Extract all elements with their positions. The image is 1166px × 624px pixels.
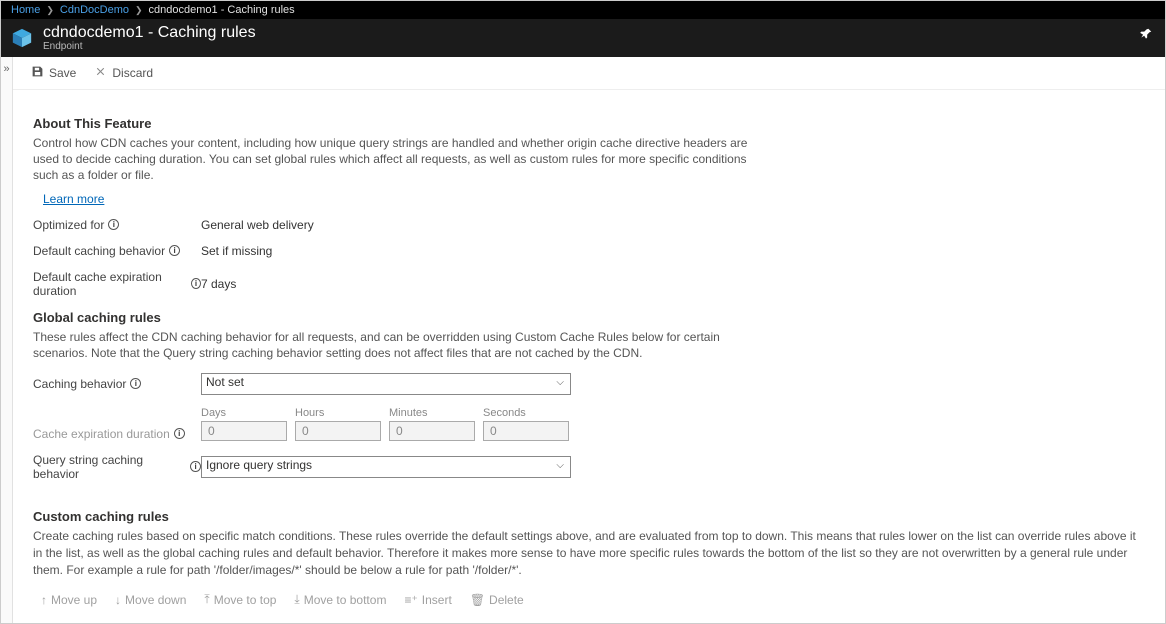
default-expiration-value: 7 days [201, 277, 236, 291]
move-up-button[interactable]: ↑ Move up [41, 593, 97, 607]
query-string-value: Ignore query strings [206, 458, 312, 472]
global-rules-heading: Global caching rules [33, 310, 1145, 325]
arrow-top-icon: ⤒ [204, 592, 209, 607]
arrow-bottom-icon: ⤓ [294, 592, 299, 607]
info-icon[interactable]: i [130, 378, 141, 389]
query-string-select[interactable]: Ignore query strings ⌵ [201, 456, 571, 478]
chevron-down-icon: ⌵ [556, 377, 564, 388]
default-expiration-label: Default cache expiration duration [33, 270, 187, 298]
chevron-right-icon: ❯ [135, 5, 143, 16]
insert-button[interactable]: ≡⁺ Insert [404, 593, 451, 607]
endpoint-icon [11, 27, 33, 49]
chevron-down-icon: ⌵ [556, 460, 564, 471]
info-icon[interactable]: i [169, 245, 180, 256]
minutes-input [389, 421, 475, 441]
delete-button[interactable]: 🗑 Delete [470, 593, 524, 607]
col-match-values: MATCH VALUE(S) [281, 617, 497, 623]
col-hours: HOURS [821, 617, 929, 623]
custom-rules-heading: Custom caching rules [33, 509, 1145, 524]
days-input [201, 421, 287, 441]
about-heading: About This Feature [33, 116, 1145, 131]
discard-button[interactable]: Discard [94, 65, 153, 81]
save-button[interactable]: Save [31, 65, 76, 81]
page-subtitle: Endpoint [43, 41, 256, 52]
arrow-up-icon: ↑ [41, 593, 47, 607]
query-string-label: Query string caching behavior [33, 453, 186, 481]
custom-rules-description: Create caching rules based on specific m… [33, 528, 1145, 578]
info-icon[interactable]: i [174, 428, 185, 439]
caching-behavior-select[interactable]: Not set ⌵ [201, 373, 571, 395]
move-up-label: Move up [51, 593, 97, 607]
pin-icon[interactable] [1139, 27, 1153, 44]
minutes-label: Minutes [389, 407, 475, 419]
caching-behavior-value: Not set [206, 375, 244, 389]
rules-table: MATCH CONDITION MATCH VALUE(S) CACHING B… [33, 617, 1145, 623]
col-seconds: SECONDS [1037, 617, 1145, 623]
move-down-label: Move down [125, 593, 186, 607]
rules-toolbar: ↑ Move up ↓ Move down ⤒ Move to top ⤓ Move t… [33, 578, 1145, 617]
days-label: Days [201, 407, 287, 419]
insert-icon: ≡⁺ [404, 593, 417, 607]
col-minutes: MINUTES [929, 617, 1037, 623]
insert-label: Insert [422, 593, 452, 607]
optimized-for-label: Optimized for [33, 218, 104, 232]
chevron-right-icon: ❯ [46, 5, 54, 16]
default-caching-behavior-value: Set if missing [201, 244, 272, 258]
discard-label: Discard [112, 66, 153, 80]
expand-menu-toggle[interactable]: » [1, 57, 13, 623]
seconds-label: Seconds [483, 407, 569, 419]
cache-expiration-label: Cache expiration duration [33, 427, 170, 441]
seconds-input [483, 421, 569, 441]
move-to-top-button[interactable]: ⤒ Move to top [204, 592, 276, 607]
breadcrumb-profile[interactable]: CdnDocDemo [60, 4, 129, 16]
breadcrumb-home[interactable]: Home [11, 4, 40, 16]
command-bar: Save Discard [13, 57, 1165, 90]
col-match-condition: MATCH CONDITION [65, 617, 281, 623]
info-icon[interactable]: i [190, 461, 201, 472]
move-to-top-label: Move to top [214, 593, 277, 607]
page-title: cdndocdemo1 - Caching rules [43, 24, 256, 42]
hours-label: Hours [295, 407, 381, 419]
learn-more-link[interactable]: Learn more [43, 192, 104, 206]
save-label: Save [49, 66, 76, 80]
col-days: DAYS [713, 617, 821, 623]
delete-icon: 🗑 [470, 593, 485, 607]
breadcrumb: Home ❯ CdnDocDemo ❯ cdndocdemo1 - Cachin… [1, 1, 1165, 19]
delete-label: Delete [489, 593, 524, 607]
discard-icon [94, 65, 107, 81]
hours-input [295, 421, 381, 441]
move-to-bottom-label: Move to bottom [304, 593, 387, 607]
about-description: Control how CDN caches your content, inc… [33, 135, 753, 184]
optimized-for-value: General web delivery [201, 218, 314, 232]
col-caching-behavior: CACHING BEHAVIOR [497, 617, 713, 623]
info-icon[interactable]: i [191, 278, 201, 289]
move-to-bottom-button[interactable]: ⤓ Move to bottom [294, 592, 386, 607]
caching-behavior-label: Caching behavior [33, 377, 126, 391]
save-icon [31, 65, 44, 81]
arrow-down-icon: ↓ [115, 593, 121, 607]
move-down-button[interactable]: ↓ Move down [115, 593, 186, 607]
breadcrumb-current: cdndocdemo1 - Caching rules [149, 4, 295, 16]
page-header: cdndocdemo1 - Caching rules Endpoint [1, 19, 1165, 57]
global-rules-description: These rules affect the CDN caching behav… [33, 329, 753, 361]
info-icon[interactable]: i [108, 219, 119, 230]
default-caching-behavior-label: Default caching behavior [33, 244, 165, 258]
